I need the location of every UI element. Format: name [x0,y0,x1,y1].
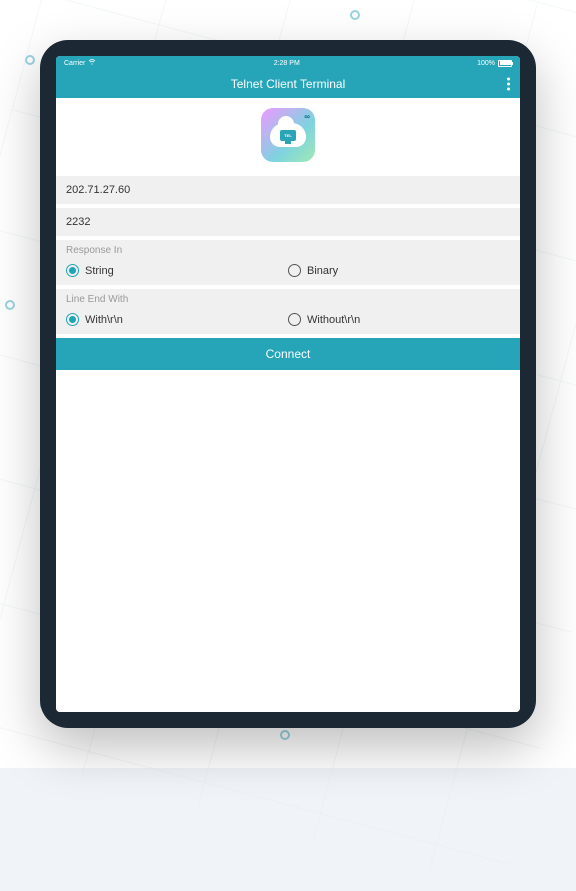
battery-pct: 100% [477,60,495,67]
carrier-label: Carrier [64,60,85,67]
cloud-icon: TEL [270,123,306,147]
radio-label: With\r\n [85,314,123,326]
infinity-icon: ∞ [304,112,310,121]
radio-without-crlf[interactable]: Without\r\n [288,313,510,326]
radio-icon [66,264,79,277]
response-in-label: Response In [56,240,520,258]
app-header: Telnet Client Terminal [56,70,520,98]
content-area: ∞ TEL Response In String Binary [56,98,520,712]
line-end-group: With\r\n Without\r\n [56,307,520,334]
status-bar: Carrier 2:28 PM 100% [56,56,520,70]
response-in-group: String Binary [56,258,520,285]
app-logo: ∞ TEL [261,108,315,162]
radio-icon [288,313,301,326]
radio-icon [288,264,301,277]
wifi-icon [88,59,96,67]
screen: Carrier 2:28 PM 100% Telnet Client Termi… [56,56,520,712]
radio-with-crlf[interactable]: With\r\n [66,313,288,326]
tablet-frame: Carrier 2:28 PM 100% Telnet Client Termi… [40,40,536,728]
radio-icon [66,313,79,326]
page-title: Telnet Client Terminal [231,77,346,91]
battery-icon [498,60,512,67]
radio-label: Binary [307,265,338,277]
line-end-label: Line End With [56,289,520,307]
monitor-icon: TEL [280,130,296,141]
clock: 2:28 PM [274,60,300,67]
radio-string[interactable]: String [66,264,288,277]
port-input[interactable] [56,208,520,236]
radio-binary[interactable]: Binary [288,264,510,277]
connect-button[interactable]: Connect [56,338,520,370]
logo-container: ∞ TEL [56,98,520,176]
overflow-menu-icon[interactable] [507,78,510,91]
radio-label: Without\r\n [307,314,360,326]
radio-label: String [85,265,114,277]
host-input[interactable] [56,176,520,204]
